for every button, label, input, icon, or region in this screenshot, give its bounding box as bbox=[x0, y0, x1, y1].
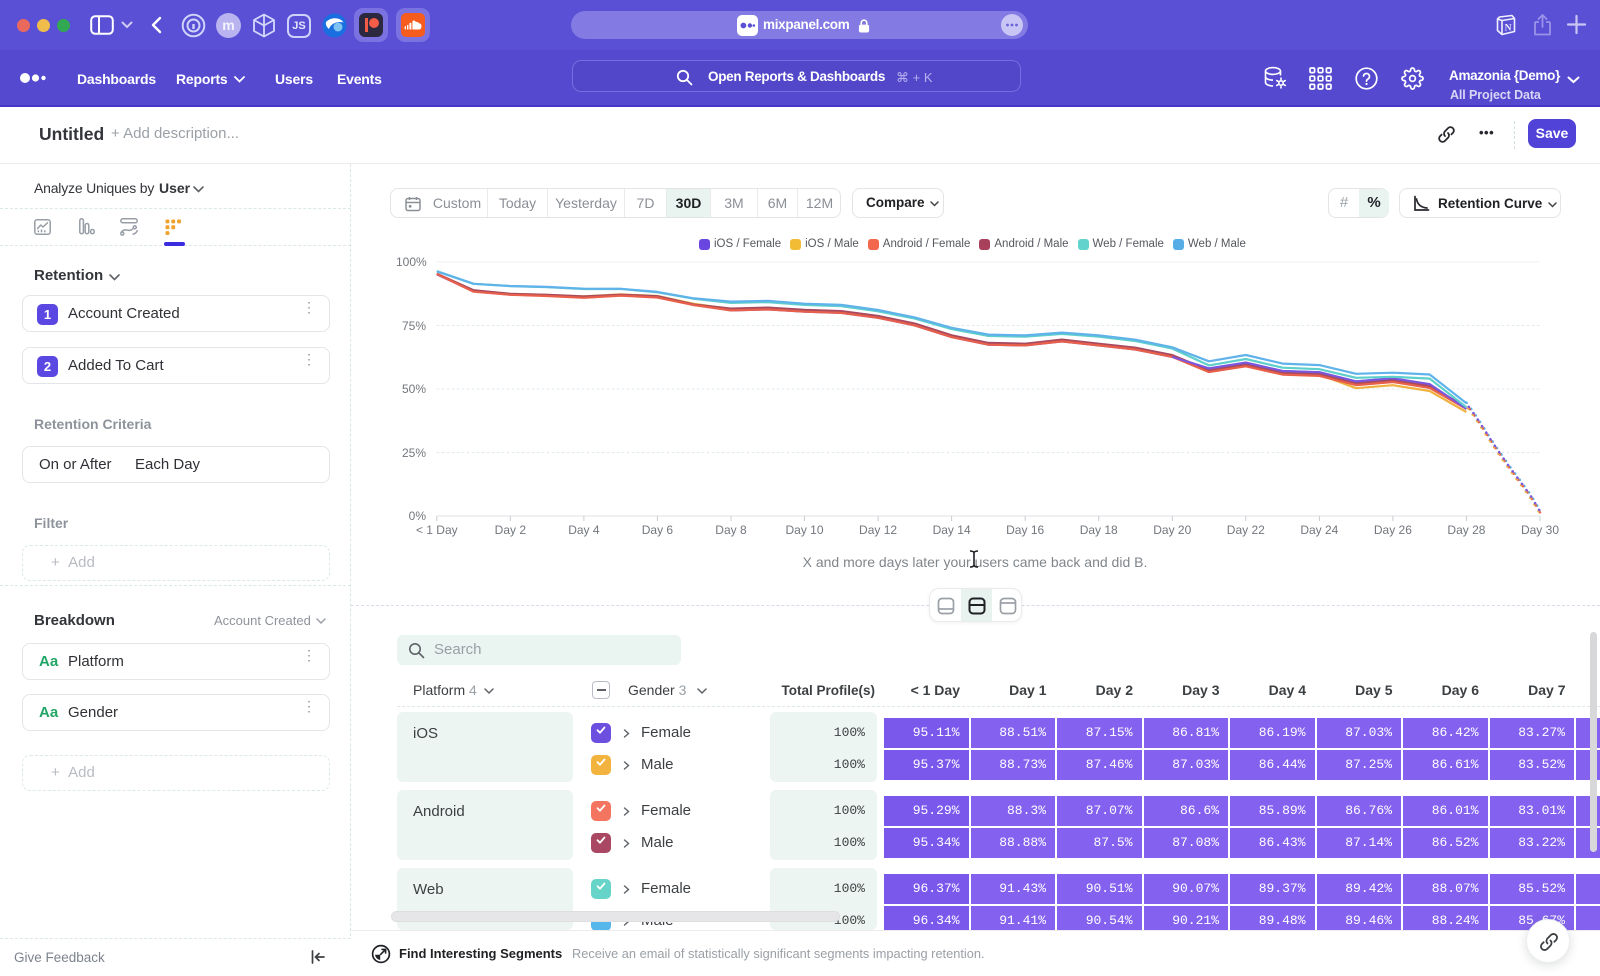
svg-text:N: N bbox=[1505, 24, 1512, 34]
